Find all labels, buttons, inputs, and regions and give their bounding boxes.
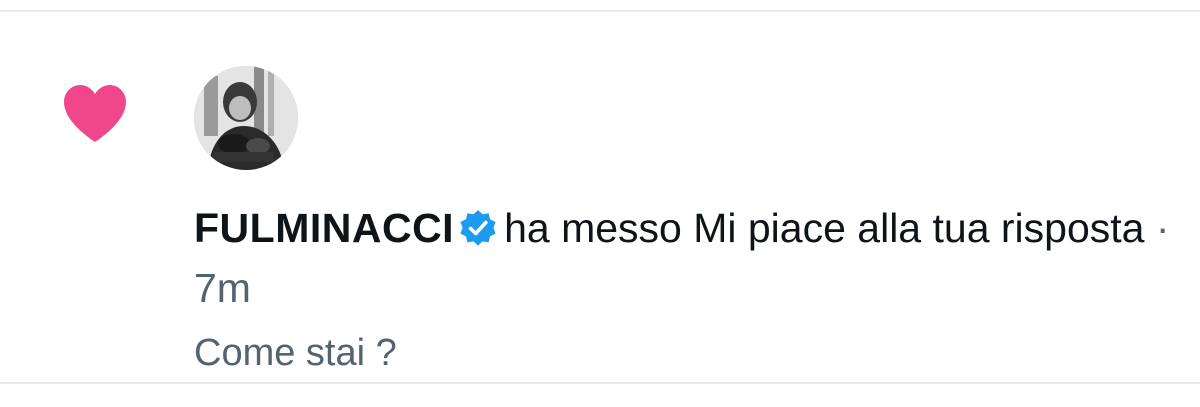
bottom-divider — [0, 382, 1200, 384]
reply-preview[interactable]: Come stai ? — [194, 330, 397, 376]
action-text: ha messo Mi piace alla tua risposta — [504, 205, 1145, 251]
user-avatar[interactable] — [194, 66, 298, 170]
separator-dot: · — [1155, 205, 1170, 251]
heart-icon — [62, 84, 128, 144]
username[interactable]: FULMINACCI — [194, 205, 454, 251]
notification-message: FULMINACCI ha messo Mi piace alla tua ri… — [194, 198, 1174, 318]
verified-badge-icon — [458, 204, 498, 246]
timestamp: 7m — [194, 265, 251, 311]
like-notification[interactable]: FULMINACCI ha messo Mi piace alla tua ri… — [0, 12, 1200, 382]
